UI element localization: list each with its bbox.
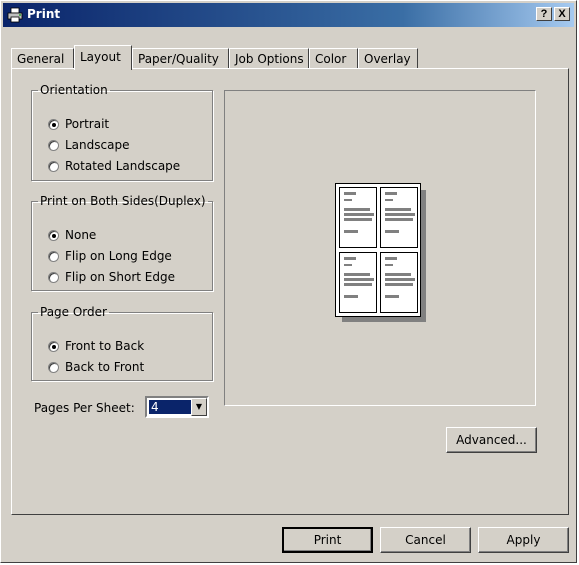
radio-landscape[interactable]: Landscape (48, 136, 129, 154)
window-title: Print (27, 7, 61, 21)
radio-unchecked-icon (48, 361, 59, 373)
pages-per-sheet-select[interactable]: 4 ▼ (145, 396, 209, 418)
radio-unchecked-icon (48, 250, 59, 262)
radio-rotated-landscape[interactable]: Rotated Landscape (48, 157, 180, 175)
printer-icon (7, 7, 23, 23)
help-button[interactable]: ? (536, 7, 552, 21)
tab-color[interactable]: Color (309, 48, 358, 69)
radio-unchecked-icon (48, 160, 59, 172)
print-button[interactable]: Print (282, 527, 373, 553)
sheet-preview-icon (335, 183, 421, 317)
tab-overlay[interactable]: Overlay (358, 48, 418, 69)
print-dialog: Print ? X General Layout Paper/Quality J… (0, 0, 577, 563)
advanced-button[interactable]: Advanced... (446, 427, 537, 453)
orientation-legend: Orientation (40, 83, 108, 97)
cancel-button[interactable]: Cancel (380, 527, 471, 553)
radio-flip-long-edge[interactable]: Flip on Long Edge (48, 247, 172, 265)
tab-job-options[interactable]: Job Options (229, 48, 309, 69)
page-order-group: Page Order Front to Back Back to Front (31, 305, 213, 381)
radio-duplex-none[interactable]: None (48, 226, 96, 244)
duplex-legend: Print on Both Sides(Duplex) (40, 194, 206, 208)
page-thumbnail (339, 187, 377, 248)
radio-checked-icon (48, 340, 59, 352)
pages-per-sheet-value: 4 (149, 400, 191, 414)
radio-front-to-back[interactable]: Front to Back (48, 337, 144, 355)
tab-general[interactable]: General (11, 48, 74, 69)
radio-unchecked-icon (48, 271, 59, 283)
page-thumbnail (380, 252, 418, 313)
page-order-legend: Page Order (40, 305, 107, 319)
chevron-down-icon[interactable]: ▼ (191, 398, 207, 416)
radio-checked-icon (48, 118, 59, 130)
duplex-group: Print on Both Sides(Duplex) None Flip on… (31, 194, 213, 291)
radio-flip-short-edge[interactable]: Flip on Short Edge (48, 268, 175, 286)
close-button[interactable]: X (554, 7, 570, 21)
radio-portrait[interactable]: Portrait (48, 115, 109, 133)
apply-button[interactable]: Apply (478, 527, 569, 553)
page-thumbnail (339, 252, 377, 313)
radio-unchecked-icon (48, 139, 59, 151)
tab-paper-quality[interactable]: Paper/Quality (132, 48, 229, 69)
radio-back-to-front[interactable]: Back to Front (48, 358, 144, 376)
radio-checked-icon (48, 229, 59, 241)
pages-per-sheet-label: Pages Per Sheet: (34, 401, 135, 415)
page-thumbnail (380, 187, 418, 248)
orientation-group: Orientation Portrait Landscape Rotated L… (31, 83, 213, 181)
title-bar[interactable]: Print ? X (3, 3, 574, 27)
tab-layout[interactable]: Layout (74, 45, 132, 70)
